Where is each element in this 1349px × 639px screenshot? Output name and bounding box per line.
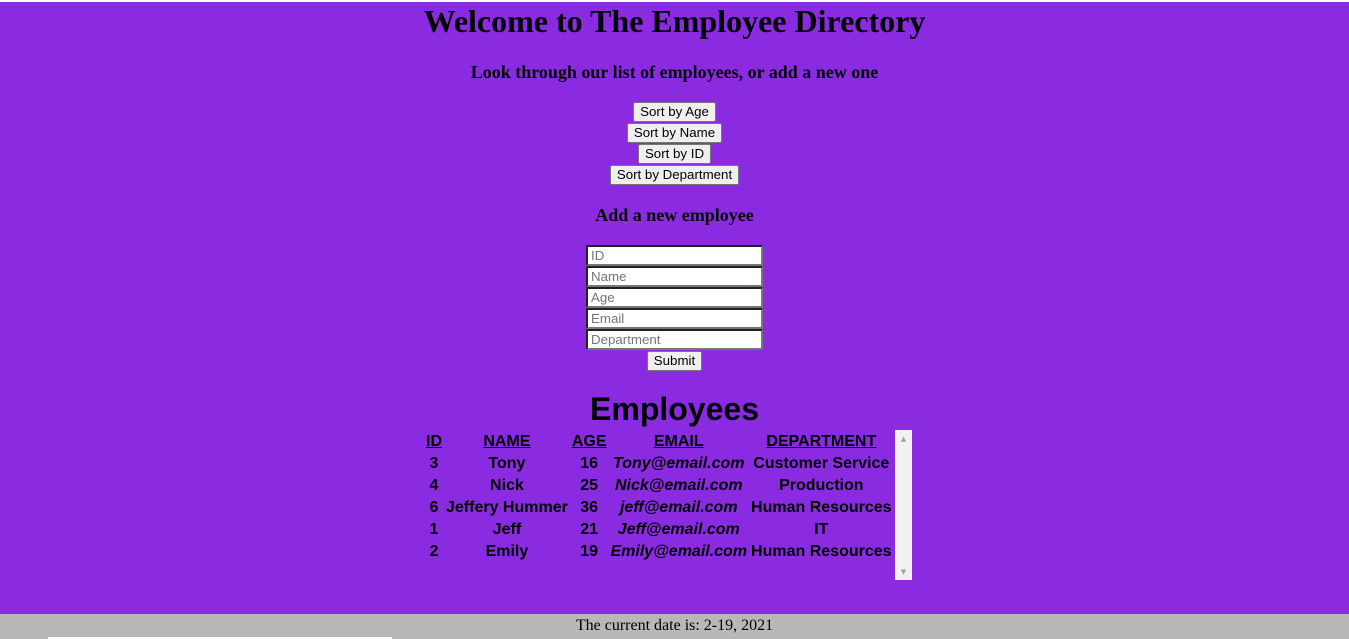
cell-department: Production bbox=[779, 477, 864, 494]
scroll-up-arrow-icon[interactable]: ▲ bbox=[895, 430, 912, 447]
table-row: 3 Tony 16 Tony@email.com Customer Servic… bbox=[425, 454, 893, 474]
cell-email: Jeff@email.com bbox=[617, 521, 740, 538]
sort-by-id-button[interactable]: Sort by ID bbox=[637, 144, 712, 164]
email-input[interactable] bbox=[586, 308, 763, 329]
employee-table-container[interactable]: ID NAME AGE EMAIL DEPARTMENT 3 Tony 16 T… bbox=[423, 430, 912, 580]
cell-age: 36 bbox=[580, 499, 599, 516]
cell-age: 16 bbox=[580, 455, 599, 472]
cell-age: 25 bbox=[580, 477, 599, 494]
cell-id: 3 bbox=[429, 455, 439, 472]
cell-age: 21 bbox=[580, 521, 599, 538]
cell-department: Human Resources bbox=[751, 499, 892, 516]
cell-name: Jeff bbox=[492, 521, 522, 538]
table-header-row: ID NAME AGE EMAIL DEPARTMENT bbox=[425, 432, 893, 452]
column-header-age[interactable]: AGE bbox=[571, 432, 608, 452]
id-input[interactable] bbox=[586, 245, 763, 266]
table-row: 2 Emily 19 Emily@email.com Human Resourc… bbox=[425, 542, 893, 562]
column-header-name[interactable]: NAME bbox=[445, 432, 569, 452]
column-header-email[interactable]: EMAIL bbox=[610, 432, 749, 452]
page-title: Welcome to The Employee Directory bbox=[423, 3, 926, 39]
sort-by-department-button[interactable]: Sort by Department bbox=[609, 165, 740, 185]
sort-by-age-button[interactable]: Sort by Age bbox=[633, 102, 716, 122]
age-input[interactable] bbox=[586, 287, 763, 308]
scroll-down-arrow-icon[interactable]: ▼ bbox=[895, 563, 912, 580]
cell-id: 6 bbox=[429, 499, 439, 516]
cell-name: Jeffery Hummer bbox=[446, 499, 568, 516]
table-row: 6 Jeffery Hummer 36 jeff@email.com Human… bbox=[425, 498, 893, 518]
table-scrollbar[interactable]: ▲ ▼ bbox=[895, 430, 912, 580]
employee-table: ID NAME AGE EMAIL DEPARTMENT 3 Tony 16 T… bbox=[423, 430, 895, 564]
cell-department: IT bbox=[814, 521, 829, 538]
cell-age: 19 bbox=[580, 543, 599, 560]
cell-id: 1 bbox=[429, 521, 439, 538]
cell-name: Nick bbox=[490, 477, 524, 494]
cell-email: Emily@email.com bbox=[610, 543, 748, 560]
cell-name: Tony bbox=[488, 455, 526, 472]
cell-department: Customer Service bbox=[753, 455, 890, 472]
department-input[interactable] bbox=[586, 329, 763, 350]
page: Welcome to The Employee Directory Look t… bbox=[0, 0, 1349, 639]
name-input[interactable] bbox=[586, 266, 763, 287]
add-employee-heading: Add a new employee bbox=[595, 205, 754, 225]
column-header-id[interactable]: ID bbox=[425, 432, 443, 452]
current-date-text: The current date is: 2-19, 2021 bbox=[575, 617, 774, 634]
column-header-department[interactable]: DEPARTMENT bbox=[750, 432, 893, 452]
add-employee-form: Submit bbox=[0, 245, 1349, 371]
cell-name: Emily bbox=[485, 543, 529, 560]
employees-heading: Employees bbox=[590, 391, 759, 427]
cell-email: jeff@email.com bbox=[619, 499, 738, 516]
table-row: 1 Jeff 21 Jeff@email.com IT bbox=[425, 520, 893, 540]
cell-email: Nick@email.com bbox=[614, 477, 743, 494]
cell-email: Tony@email.com bbox=[613, 455, 745, 472]
cell-id: 4 bbox=[429, 477, 439, 494]
sort-by-name-button[interactable]: Sort by Name bbox=[626, 123, 723, 143]
page-subtitle: Look through our list of employees, or a… bbox=[470, 62, 879, 82]
table-row: 4 Nick 25 Nick@email.com Production bbox=[425, 476, 893, 496]
sort-button-group: Sort by Age Sort by Name Sort by ID Sort… bbox=[0, 102, 1349, 185]
submit-button[interactable]: Submit bbox=[646, 351, 703, 371]
footer: The current date is: 2-19, 2021 bbox=[0, 614, 1349, 639]
cell-department: Human Resources bbox=[751, 543, 892, 560]
cell-id: 2 bbox=[429, 543, 439, 560]
